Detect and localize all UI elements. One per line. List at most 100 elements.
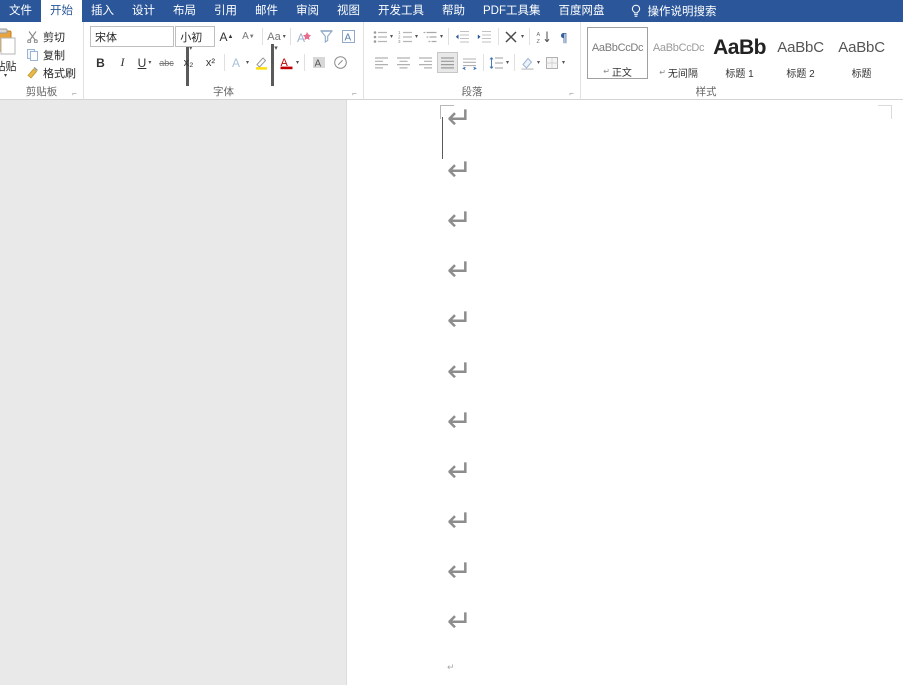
tab-review[interactable]: 审阅 — [287, 0, 328, 22]
chevron-down-icon[interactable]: ▾ — [415, 33, 418, 40]
chevron-down-icon[interactable]: ▾ — [506, 59, 509, 66]
style-item-heading-2[interactable]: AaBbC 标题 2 — [770, 27, 831, 80]
enclose-character-button[interactable] — [330, 52, 351, 73]
paragraph-dialog-launcher[interactable]: ⌐ — [567, 89, 576, 98]
strikethrough-button[interactable]: abc — [156, 52, 177, 73]
align-right-button[interactable] — [415, 52, 436, 73]
enclose-character-icon — [334, 56, 347, 69]
chevron-down-icon[interactable]: ▾ — [537, 59, 540, 66]
tell-me-search[interactable]: 操作说明搜索 — [614, 0, 717, 22]
tab-pdf-tools[interactable]: PDF工具集 — [474, 0, 550, 22]
chevron-down-icon[interactable]: ▾ — [562, 59, 565, 66]
chevron-down-icon[interactable]: ▾ — [283, 33, 286, 40]
chevron-down-icon[interactable]: ▾ — [271, 59, 274, 66]
paste-dropdown-arrow[interactable]: ▾ — [4, 73, 7, 79]
document-canvas[interactable]: ↵ ↵ ↵ ↵ ↵ ↵ ↵ ↵ ↵ ↵ ↵ ↵ — [0, 100, 903, 685]
style-preview: AaBbC — [838, 39, 885, 56]
chevron-down-icon[interactable]: ▾ — [246, 59, 249, 66]
numbering-button[interactable]: 1 2 3 ▾ — [396, 26, 420, 47]
increase-indent-button[interactable] — [474, 26, 495, 47]
font-name-combobox[interactable]: 宋体 ▾ — [90, 26, 193, 86]
tab-references[interactable]: 引用 — [205, 0, 246, 22]
style-item-title[interactable]: AaBbC 标题 — [831, 27, 892, 80]
distributed-button[interactable] — [459, 52, 480, 73]
style-item-subtitle[interactable]: Aa 副 — [892, 27, 903, 79]
align-right-icon — [419, 56, 432, 68]
chevron-down-icon[interactable]: ▾ — [521, 33, 524, 40]
superscript-button[interactable]: x² — [200, 52, 221, 73]
asian-layout-icon — [505, 30, 517, 43]
tab-design[interactable]: 设计 — [123, 0, 164, 22]
font-name-value: 宋体 — [95, 31, 117, 44]
tab-developer[interactable]: 开发工具 — [369, 0, 433, 22]
font-color-button[interactable]: A ▾ — [277, 52, 301, 73]
underline-button[interactable]: U ▾ — [134, 52, 155, 73]
clear-formatting-button[interactable] — [316, 26, 337, 47]
tab-view[interactable]: 视图 — [328, 0, 369, 22]
paste-button[interactable]: 粘贴 ▾ — [0, 25, 21, 79]
style-label: 标题 1 — [725, 68, 754, 80]
line-spacing-button[interactable]: ▾ — [487, 52, 511, 73]
font-size-combobox[interactable]: 小初 ▾ — [175, 26, 278, 86]
bullets-button[interactable]: ▾ — [371, 26, 395, 47]
copy-label: 复制 — [43, 49, 65, 62]
borders-button[interactable]: ▾ — [543, 52, 567, 73]
font-dialog-launcher[interactable]: ⌐ — [350, 89, 359, 98]
text-effects-icon: A — [297, 31, 312, 45]
cut-button[interactable]: 剪切 — [23, 28, 79, 45]
asian-layout-button[interactable]: ▾ — [502, 26, 526, 47]
document-page[interactable]: ↵ ↵ ↵ ↵ ↵ ↵ ↵ ↵ ↵ ↵ ↵ ↵ — [346, 100, 903, 685]
lightbulb-icon — [630, 4, 642, 18]
multilevel-list-button[interactable]: ▾ — [421, 26, 445, 47]
group-label-font: 字体 ⌐ — [84, 85, 363, 99]
tab-layout[interactable]: 布局 — [164, 0, 205, 22]
style-item-heading-1[interactable]: AaBb 标题 1 — [709, 27, 770, 80]
decrease-indent-button[interactable] — [452, 26, 473, 47]
svg-text:A: A — [537, 32, 541, 38]
tab-mailings[interactable]: 邮件 — [246, 0, 287, 22]
style-item-normal[interactable]: AaBbCcDc ↵ 正文 — [587, 27, 649, 79]
format-painter-button[interactable]: 格式刷 — [23, 64, 79, 81]
character-border-button[interactable]: A ▾ — [228, 52, 251, 73]
tab-file[interactable]: 文件 — [0, 0, 41, 22]
change-case-button[interactable]: Aa ▾ — [266, 26, 287, 47]
sort-button[interactable]: AZ — [533, 26, 554, 47]
style-item-no-spacing[interactable]: AaBbCcDc ↵ 无间隔 — [648, 27, 709, 80]
grow-font-button[interactable]: A ▲ — [216, 26, 237, 47]
chevron-down-icon[interactable]: ▾ — [390, 33, 393, 40]
scissors-icon — [26, 30, 39, 44]
borders-icon — [546, 56, 559, 69]
italic-button[interactable]: I — [112, 52, 133, 73]
style-label: 标题 2 — [786, 68, 815, 80]
copy-button[interactable]: 复制 — [23, 46, 79, 63]
divider — [529, 28, 531, 45]
chevron-down-icon[interactable]: ▾ — [148, 59, 151, 66]
chevron-down-icon[interactable]: ▾ — [440, 33, 443, 40]
ribbon-tab-bar[interactable]: 文件 开始 插入 设计 布局 引用 邮件 审阅 视图 开发工具 帮助 PDF工具… — [0, 0, 903, 22]
show-formatting-marks-button[interactable]: ¶ — [555, 26, 576, 47]
character-border-icon: A — [232, 56, 240, 70]
group-label-styles: 样式 — [695, 86, 717, 98]
increase-indent-icon — [477, 30, 492, 43]
svg-text:Z: Z — [537, 39, 541, 44]
text-highlight-button[interactable]: ▾ — [252, 52, 276, 73]
phonetic-guide-button[interactable]: A — [338, 26, 359, 47]
text-effects-button[interactable]: A — [294, 26, 315, 47]
tab-insert[interactable]: 插入 — [82, 0, 123, 22]
chevron-down-icon[interactable]: ▾ — [296, 59, 299, 66]
clear-formatting-icon — [319, 30, 334, 43]
justify-button[interactable] — [437, 52, 458, 73]
align-center-button[interactable] — [393, 52, 414, 73]
character-shading-button[interactable]: A — [308, 52, 329, 73]
bold-button[interactable]: B — [90, 52, 111, 73]
tab-home[interactable]: 开始 — [41, 0, 82, 22]
subscript-button[interactable]: x₂ — [178, 52, 199, 73]
shading-button[interactable]: ▾ — [518, 52, 542, 73]
tab-help[interactable]: 帮助 — [433, 0, 474, 22]
style-preview: Aa — [892, 30, 903, 65]
tab-baidu-netdisk[interactable]: 百度网盘 — [550, 0, 614, 22]
paragraph-mark: ↵ — [447, 153, 473, 188]
clipboard-dialog-launcher[interactable]: ⌐ — [70, 89, 79, 98]
shrink-font-button[interactable]: A ▼ — [238, 26, 259, 47]
align-left-button[interactable] — [371, 52, 392, 73]
